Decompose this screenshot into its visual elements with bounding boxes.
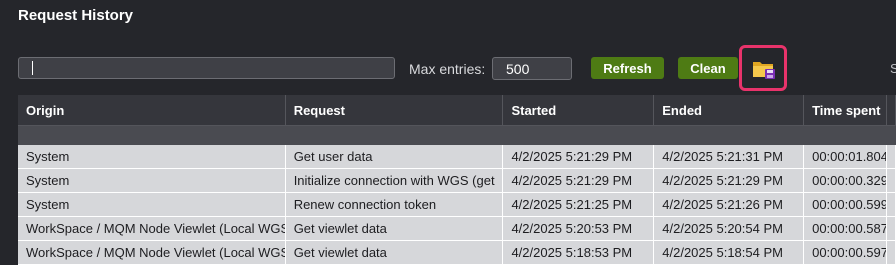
- clean-button[interactable]: Clean: [678, 57, 738, 79]
- max-entries-input[interactable]: 500: [492, 57, 572, 80]
- folder-save-icon[interactable]: [752, 57, 776, 81]
- cell-ended: 4/2/2025 5:21:29 PM: [654, 169, 805, 192]
- cell-request: Get viewlet data: [286, 241, 504, 264]
- page-title: Request History: [18, 7, 134, 24]
- table-row[interactable]: WorkSpace / MQM Node Viewlet (Local WGS …: [18, 241, 896, 265]
- group-row: [18, 126, 896, 145]
- truncated-label: S: [890, 61, 896, 76]
- column-header-request[interactable]: Request: [286, 95, 504, 125]
- table-row[interactable]: System Get user data 4/2/2025 5:21:29 PM…: [18, 145, 896, 169]
- cell-started: 4/2/2025 5:21:25 PM: [503, 193, 655, 216]
- cell-started: 4/2/2025 5:18:53 PM: [503, 241, 655, 264]
- table-header: Origin Request Started Ended Time spent: [18, 95, 896, 126]
- cell-origin: System: [18, 193, 286, 216]
- search-input[interactable]: [18, 57, 395, 79]
- cell-ended: 4/2/2025 5:18:54 PM: [654, 241, 805, 264]
- cell-origin: System: [18, 145, 286, 168]
- cell-started: 4/2/2025 5:20:53 PM: [503, 217, 655, 240]
- cell-ended: 4/2/2025 5:20:54 PM: [654, 217, 805, 240]
- refresh-button[interactable]: Refresh: [591, 57, 664, 79]
- cell-request: Renew connection token: [286, 193, 504, 216]
- table-row[interactable]: System Renew connection token 4/2/2025 5…: [18, 193, 896, 217]
- cell-extra: [887, 169, 896, 192]
- table-row[interactable]: System Initialize connection with WGS (g…: [18, 169, 896, 193]
- column-header-extra[interactable]: [887, 95, 896, 125]
- column-header-started[interactable]: Started: [503, 95, 655, 125]
- column-header-origin[interactable]: Origin: [18, 95, 286, 125]
- cell-extra: [887, 193, 896, 216]
- cell-request: Get viewlet data: [286, 217, 504, 240]
- cell-origin: WorkSpace / MQM Node Viewlet (Local WGS: [18, 241, 286, 264]
- cell-ended: 4/2/2025 5:21:31 PM: [654, 145, 805, 168]
- cell-time-spent: 00:00:00.587: [804, 217, 887, 240]
- table-row[interactable]: WorkSpace / MQM Node Viewlet (Local WGS …: [18, 217, 896, 241]
- column-header-time-spent[interactable]: Time spent: [804, 95, 887, 125]
- max-entries-label: Max entries:: [409, 61, 486, 77]
- cell-request: Initialize connection with WGS (get: [286, 169, 504, 192]
- cell-ended: 4/2/2025 5:21:26 PM: [654, 193, 805, 216]
- cell-origin: System: [18, 169, 286, 192]
- cell-started: 4/2/2025 5:21:29 PM: [503, 145, 655, 168]
- cell-time-spent: 00:00:00.329: [804, 169, 887, 192]
- cell-extra: [887, 217, 896, 240]
- cell-extra: [887, 241, 896, 264]
- cell-time-spent: 00:00:01.804: [804, 145, 887, 168]
- cell-extra: [887, 145, 896, 168]
- request-table: Origin Request Started Ended Time spent …: [18, 95, 896, 265]
- cell-origin: WorkSpace / MQM Node Viewlet (Local WGS: [18, 217, 286, 240]
- cell-time-spent: 00:00:00.599: [804, 193, 887, 216]
- cell-request: Get user data: [286, 145, 504, 168]
- text-caret: [32, 61, 33, 75]
- cell-time-spent: 00:00:00.597: [804, 241, 887, 264]
- cell-started: 4/2/2025 5:21:29 PM: [503, 169, 655, 192]
- column-header-ended[interactable]: Ended: [654, 95, 805, 125]
